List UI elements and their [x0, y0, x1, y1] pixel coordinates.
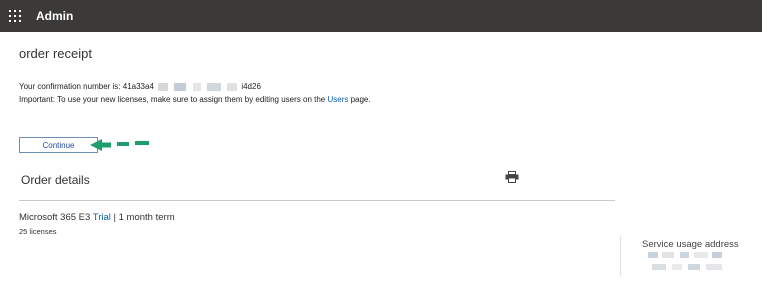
important-notice: Important: To use your new licenses, mak… [19, 95, 371, 104]
redacted-block [227, 82, 238, 91]
product-term: | 1 month term [110, 212, 175, 223]
confirmation-prefix: Your confirmation number is: 41a33a4 [19, 82, 154, 91]
top-bar: Admin [0, 0, 762, 32]
page-title: order receipt [19, 46, 92, 61]
important-tail: page. [348, 95, 371, 104]
redacted-block [174, 82, 187, 91]
arrow-left-icon [90, 139, 149, 151]
app-title[interactable]: Admin [36, 9, 73, 23]
product-name: Microsoft 365 E3 [19, 212, 93, 223]
important-text: Important: To use your new licenses, mak… [19, 95, 328, 104]
product-line: Microsoft 365 E3 Trial | 1 month term [19, 212, 175, 223]
continue-button[interactable]: Continue [19, 137, 98, 153]
printer-icon[interactable] [505, 171, 519, 183]
section-divider [19, 200, 615, 201]
confirmation-suffix: i4d26 [241, 82, 261, 91]
redacted-block [158, 82, 169, 91]
redacted-block [206, 82, 221, 91]
order-details-title: Order details [21, 173, 90, 187]
redacted-block [192, 82, 201, 91]
waffle-icon[interactable] [9, 10, 21, 22]
service-usage-heading: Service usage address [642, 239, 739, 250]
trial-link[interactable]: Trial [93, 212, 111, 223]
licenses-count: 25 licenses [19, 227, 57, 236]
confirmation-number-line: Your confirmation number is: 41a33a4 i4d… [19, 82, 261, 91]
sidebar-divider [620, 236, 621, 276]
users-link[interactable]: Users [327, 95, 348, 104]
redacted-address [648, 252, 734, 274]
